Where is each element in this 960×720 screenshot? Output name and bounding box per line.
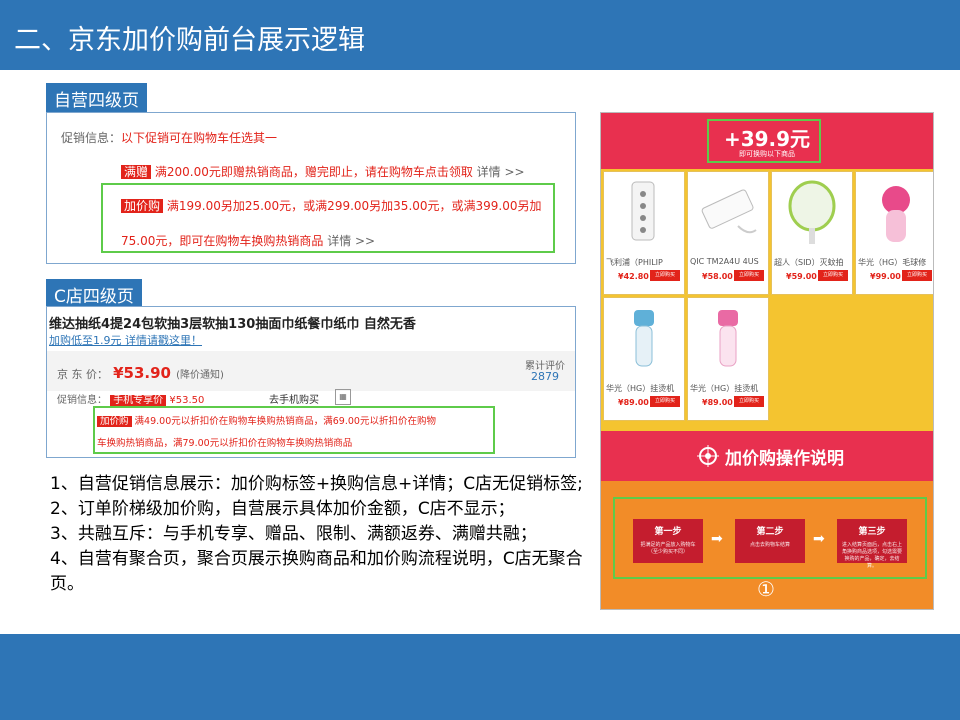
steamer-pink-image bbox=[718, 310, 738, 367]
product-card[interactable]: 超人（SID）灭蚊拍 ¥59.00 立即购买 bbox=[771, 171, 853, 295]
product-name: 华光（HG）毛球修 bbox=[858, 258, 927, 267]
product-name: 超人（SID）灭蚊拍 bbox=[774, 258, 844, 267]
cshop-panel: 维达抽纸4提24包软抽3层软抽130抽面巾纸餐巾纸巾 自然无香 加购低至1.9元… bbox=[46, 306, 576, 458]
step-2: 第二步 点击去购物车结算 bbox=[735, 519, 805, 563]
buy-button[interactable]: 立即购买 bbox=[650, 396, 680, 407]
arrow-right-icon: ➡ bbox=[711, 531, 723, 547]
product-card[interactable]: 华光（HG）挂烫机 ¥89.00 立即购买 bbox=[603, 297, 685, 421]
price-notice-link[interactable]: (降价通知) bbox=[176, 370, 224, 381]
step-3: 第三步 进入结算页面后，点击右上角换购商品选项，勾选需要换购的产品，确定，去结算… bbox=[837, 519, 907, 569]
step-title: 第二步 bbox=[756, 527, 784, 537]
product-title: 维达抽纸4提24包软抽3层软抽130抽面巾纸餐巾纸巾 自然无香 bbox=[49, 317, 416, 332]
product-card[interactable]: 华光（HG）毛球修 ¥99.00 立即购买 bbox=[855, 171, 933, 295]
jjg-details-link[interactable]: 详情 >> bbox=[327, 234, 375, 248]
product-name: QIC TM2A4U 4US bbox=[690, 257, 759, 266]
step-title: 第一步 bbox=[654, 527, 682, 537]
mosquito-racket-image bbox=[788, 180, 836, 244]
product-price: ¥89.00 bbox=[702, 398, 733, 407]
review-count[interactable]: 2879 bbox=[531, 370, 559, 383]
addon-price-sub: 即可换购以下商品 bbox=[739, 150, 795, 158]
aggregation-page-mockup: +39.9元 即可换购以下商品 飞利浦（PHILIP ¥42.80 立即购买 Q… bbox=[600, 112, 934, 610]
gift-text: 满200.00元即赠热销商品，赠完即止，请在购物车点击领取 bbox=[154, 165, 473, 179]
buy-button[interactable]: 立即购买 bbox=[902, 270, 932, 281]
cshop-jjg-line2: 车换购热销商品，满79.00元以折扣价在购物车换购热销商品 bbox=[97, 438, 353, 449]
product-price: ¥99.00 bbox=[870, 272, 901, 281]
buy-button[interactable]: 立即购买 bbox=[734, 396, 764, 407]
product-price: ¥58.00 bbox=[702, 272, 733, 281]
step-title: 第三步 bbox=[858, 527, 886, 537]
note-item: 3、共融互斥：与手机专享、赠品、限制、满额返券、满赠共融； bbox=[50, 524, 537, 544]
cshop-promo-label: 促销信息： bbox=[57, 395, 107, 406]
buy-button[interactable]: 立即购买 bbox=[734, 270, 764, 281]
slide-title: 二、京东加价购前台展示逻辑 bbox=[14, 25, 365, 56]
mobile-buy-link[interactable]: 去手机购买 bbox=[269, 391, 319, 406]
step-desc: 进入结算页面后，点击右上角换购商品选项，勾选需要换购的产品，确定，去结算。 bbox=[841, 542, 902, 569]
footer-bar bbox=[0, 634, 960, 720]
product-name: 华光（HG）挂烫机 bbox=[690, 384, 759, 393]
jjg-tag: 加价购 bbox=[121, 199, 164, 213]
usb-charger-image bbox=[701, 189, 757, 234]
self-promo-panel: 促销信息：以下促销可在购物车任选其一 满赠 满200.00元即赠热销商品，赠完即… bbox=[46, 112, 576, 264]
instructions-title: 加价购操作说明 bbox=[725, 449, 844, 469]
buy-button[interactable]: 立即购买 bbox=[818, 270, 848, 281]
product-card[interactable]: 华光（HG）挂烫机 ¥89.00 立即购买 bbox=[687, 297, 769, 421]
product-card[interactable]: 飞利浦（PHILIP ¥42.80 立即购买 bbox=[603, 171, 685, 295]
product-subtitle-link[interactable]: 加购低至1.9元 详情请戳这里！ bbox=[49, 332, 202, 348]
section-label-self: 自营四级页 bbox=[46, 83, 147, 114]
product-price: ¥89.00 bbox=[618, 398, 649, 407]
lint-remover-image bbox=[882, 186, 910, 242]
cshop-jjg-line1: 满49.00元以折扣价在购物车换购热销商品，满69.00元以折扣价在购物 bbox=[134, 416, 436, 427]
step-desc: 把满足的产品放入购物车（至少购买不同） bbox=[640, 542, 696, 555]
product-name: 华光（HG）挂烫机 bbox=[606, 384, 675, 393]
note-item: 1、自营促销信息展示：加价购标签+换购信息+详情；C店无促销标签; bbox=[50, 474, 583, 494]
step-number: ① bbox=[757, 577, 775, 601]
jjg-line2: 75.00元，即可在购物车换购热销商品 bbox=[121, 234, 324, 248]
step-desc: 点击去购物车结算 bbox=[749, 542, 790, 548]
steamer-blue-image bbox=[634, 310, 654, 367]
mobile-tag: 手机专享价 bbox=[110, 395, 167, 406]
cshop-jjg-tag: 加价购 bbox=[97, 416, 132, 427]
note-item: 4、自营有聚合页，聚合页展示换购商品和加价购流程说明，C店无聚合页。 bbox=[50, 549, 583, 594]
promo-label: 促销信息： bbox=[61, 131, 122, 145]
price-label: 京 东 价： bbox=[57, 368, 108, 381]
arrow-right-icon: ➡ bbox=[813, 531, 825, 547]
notes-list: 1、自营促销信息展示：加价购标签+换购信息+详情；C店无促销标签; 2、订单阶梯… bbox=[50, 472, 590, 597]
gift-details-link[interactable]: 详情 >> bbox=[477, 165, 525, 179]
product-price: ¥42.80 bbox=[618, 272, 649, 281]
product-price: ¥59.00 bbox=[786, 272, 817, 281]
mobile-price: ¥53.50 bbox=[169, 395, 205, 406]
target-icon bbox=[697, 445, 719, 467]
price-value: ¥53.90 bbox=[113, 364, 171, 382]
promo-text: 以下促销可在购物车任选其一 bbox=[121, 131, 278, 145]
note-item: 2、订单阶梯级加价购，自营展示具体加价金额，C店不显示； bbox=[50, 499, 515, 519]
step-1: 第一步 把满足的产品放入购物车（至少购买不同） bbox=[633, 519, 703, 563]
addon-price: +39.9元 bbox=[723, 127, 811, 151]
product-name: 飞利浦（PHILIP bbox=[606, 258, 663, 267]
jjg-line1: 满199.00另加25.00元，或满299.00另加35.00元，或满399.0… bbox=[166, 199, 542, 213]
qrcode-icon[interactable]: ▦ bbox=[335, 389, 351, 405]
product-card[interactable]: QIC TM2A4U 4US ¥58.00 立即购买 bbox=[687, 171, 769, 295]
buy-button[interactable]: 立即购买 bbox=[650, 270, 680, 281]
power-strip-image bbox=[631, 181, 655, 241]
gift-tag: 满赠 bbox=[121, 165, 152, 179]
